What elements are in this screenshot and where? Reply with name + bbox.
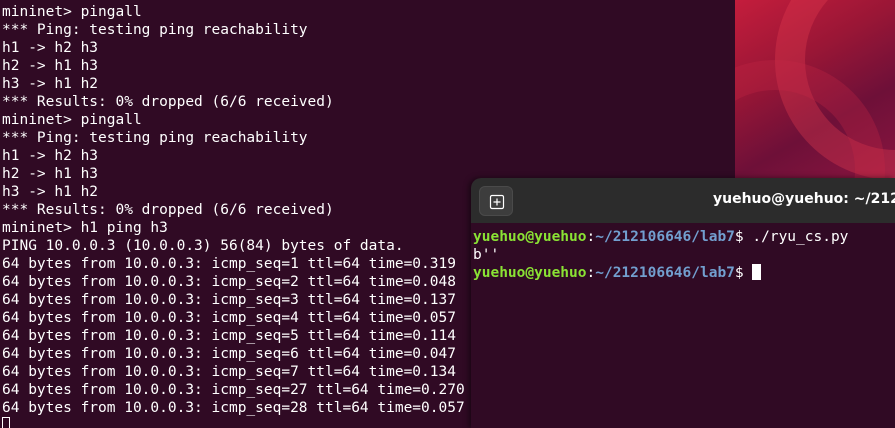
prompt-path: ~/212106646/lab7 [595,265,735,281]
terminal-line: h1 -> h2 h3 [2,148,99,164]
terminal-line: PING 10.0.0.3 (10.0.0.3) 56(84) bytes of… [2,238,404,254]
terminal-line: yuehuo@yuehuo:~/212106646/lab7$ ./ryu_cs… [473,228,848,246]
prompt-path: ~/212106646/lab7 [595,229,735,245]
terminal-line: h3 -> h1 h2 [2,76,99,92]
prompt-colon: : [586,265,596,281]
front-terminal-output: yuehuo@yuehuo:~/212106646/lab7$ ./ryu_cs… [473,228,848,282]
prompt-dollar: $ [734,229,744,245]
terminal-line: 64 bytes from 10.0.0.3: icmp_seq=27 ttl=… [2,382,465,398]
terminal-line[interactable]: yuehuo@yuehuo:~/212106646/lab7$ [473,264,848,282]
terminal-line: 64 bytes from 10.0.0.3: icmp_seq=1 ttl=6… [2,256,456,272]
command-text: ./ryu_cs.py [743,229,849,245]
terminal-line: 64 bytes from 10.0.0.3: icmp_seq=5 ttl=6… [2,328,456,344]
terminal-line: *** Ping: testing ping reachability [2,22,308,38]
front-terminal-window[interactable]: yuehuo@yuehuo: ~/21210 yuehuo@yuehuo:~/2… [471,178,895,428]
terminal-line: mininet> pingall [2,4,142,20]
terminal-line: 64 bytes from 10.0.0.3: icmp_seq=7 ttl=6… [2,364,456,380]
terminal-line: 64 bytes from 10.0.0.3: icmp_seq=4 ttl=6… [2,310,456,326]
terminal-line: 64 bytes from 10.0.0.3: icmp_seq=28 ttl=… [2,400,465,416]
terminal-line: mininet> h1 ping h3 [2,220,168,236]
terminal-line: 64 bytes from 10.0.0.3: icmp_seq=3 ttl=6… [2,292,456,308]
terminal-line: 64 bytes from 10.0.0.3: icmp_seq=6 ttl=6… [2,346,456,362]
terminal-line: mininet> pingall [2,112,142,128]
text-cursor [752,264,762,280]
prompt-colon: : [586,229,596,245]
prompt-dollar: $ [734,265,744,281]
terminal-line: *** Ping: testing ping reachability [2,130,308,146]
prompt-user: yuehuo@yuehuo [473,265,587,281]
background-terminal-output: mininet> pingall *** Ping: testing ping … [2,3,465,417]
terminal-line: h2 -> h1 h3 [2,58,99,74]
terminal-line: 64 bytes from 10.0.0.3: icmp_seq=2 ttl=6… [2,274,456,290]
new-tab-icon [489,194,505,210]
terminal-cursor [2,417,10,428]
prompt-user: yuehuo@yuehuo [473,229,587,245]
window-title: yuehuo@yuehuo: ~/21210 [713,191,895,207]
new-tab-button[interactable] [479,186,513,216]
terminal-line: b'' [473,247,500,263]
terminal-line: h1 -> h2 h3 [2,40,99,56]
terminal-line: h2 -> h1 h3 [2,166,99,182]
terminal-line: *** Results: 0% dropped (6/6 received) [2,202,334,218]
terminal-line: *** Results: 0% dropped (6/6 received) [2,94,334,110]
window-titlebar[interactable]: yuehuo@yuehuo: ~/21210 [471,178,895,223]
desktop-wallpaper [735,0,895,180]
terminal-line: h3 -> h1 h2 [2,184,99,200]
